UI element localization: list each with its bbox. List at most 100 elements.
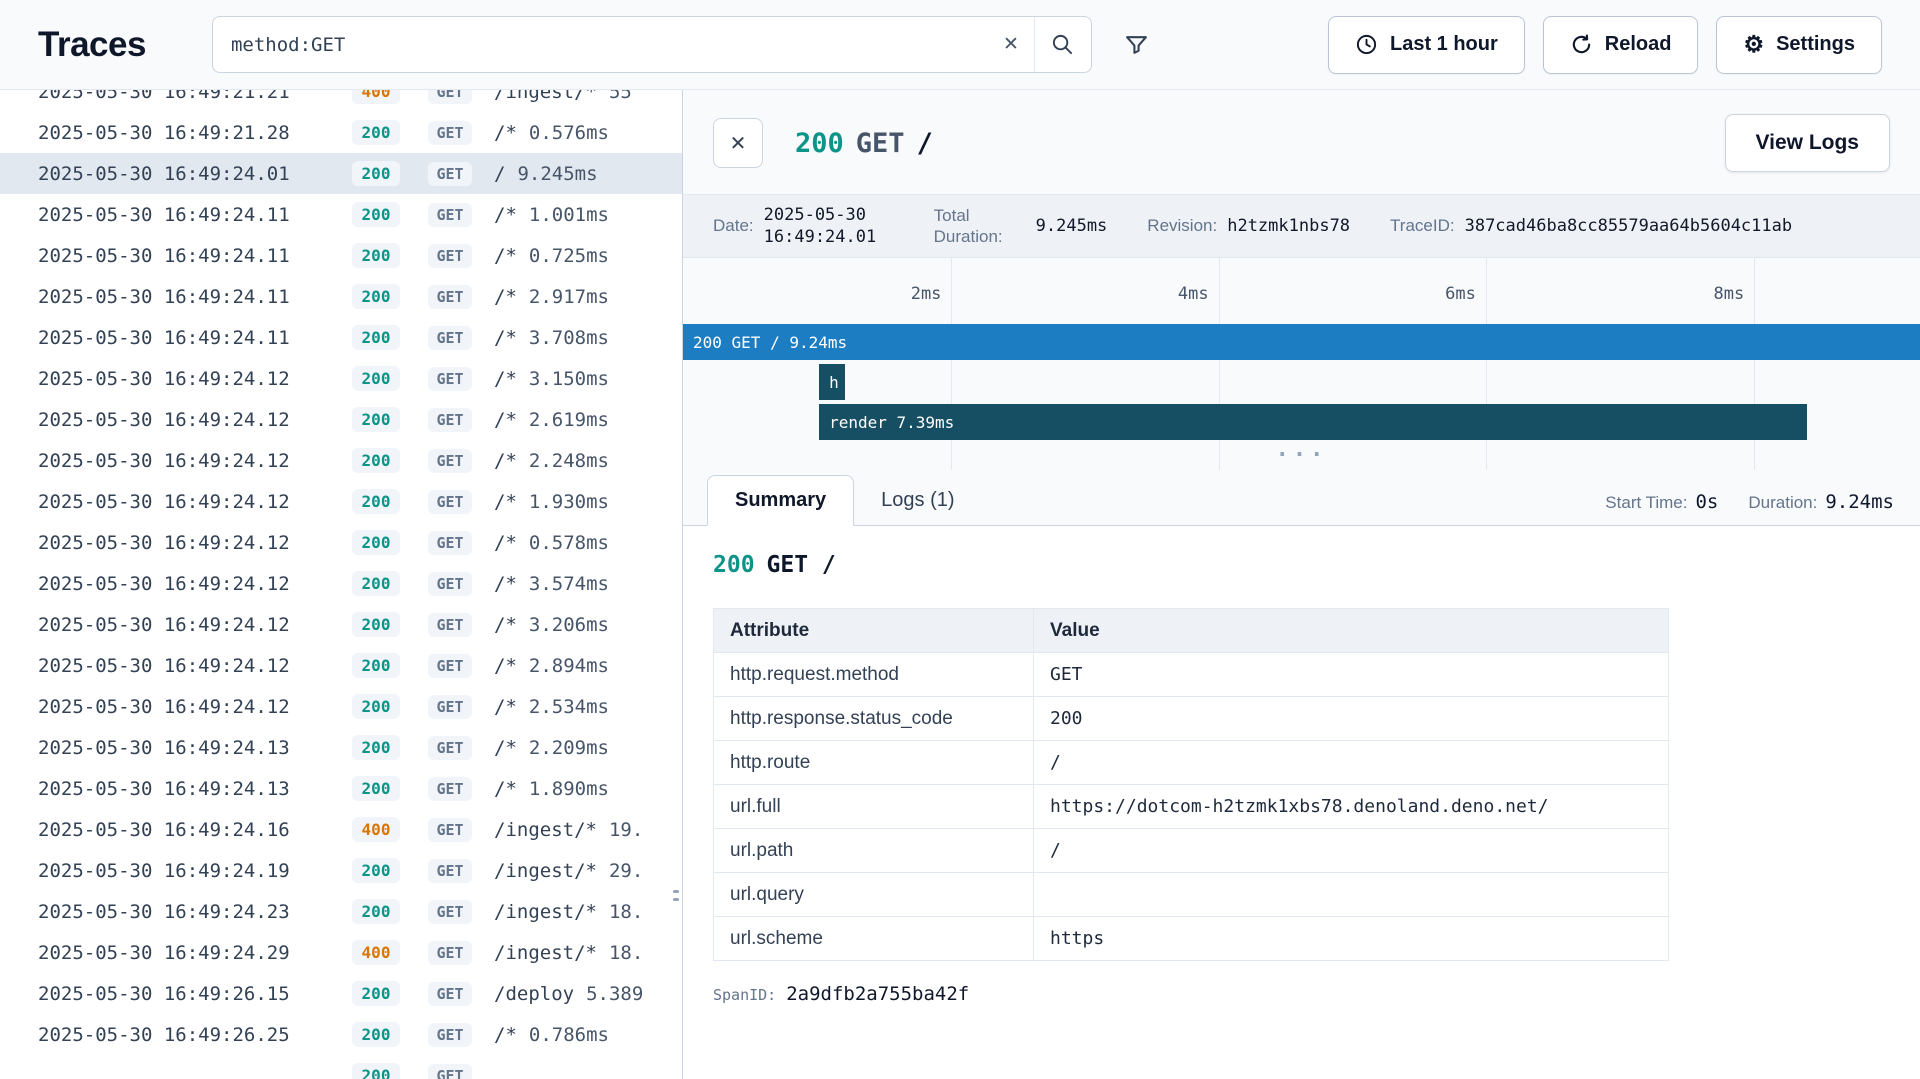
meta-item: TraceID: 387cad46ba8cc85579aa64b5604c11a… (1390, 215, 1792, 237)
panel-resize-handle[interactable] (673, 890, 679, 910)
attribute-value: GET (1034, 653, 1669, 697)
time-range-label: Last 1 hour (1390, 33, 1498, 56)
trace-row[interactable]: 2025-05-30 16:49:24.11 200 GET /* 3.708m… (0, 317, 682, 358)
status-badge: 200 (352, 407, 400, 432)
timeline-tick-label: 2ms (911, 284, 952, 304)
trace-duration: 18. (609, 901, 643, 923)
trace-row[interactable]: 2025-05-30 16:49:24.11 200 GET /* 1.001m… (0, 194, 682, 235)
trace-row[interactable]: 2025-05-30 16:49:24.12 200 GET /* 1.930m… (0, 481, 682, 522)
method-badge: GET (428, 613, 472, 637)
main-content: 2025-05-30 16:49:21.21 400 GET /ingest/*… (0, 90, 1920, 1079)
clear-search-button[interactable]: ✕ (988, 17, 1034, 72)
timeline-tick-label: 8ms (1714, 284, 1755, 304)
trace-row[interactable]: 2025-05-30 16:49:24.12 200 GET /* 2.534m… (0, 686, 682, 727)
trace-timestamp: 2025-05-30 16:49:24.16 (38, 819, 338, 841)
method-badge: GET (428, 90, 472, 104)
span-waterfall: ··· 2ms 4ms 6ms 8ms 200 GET / 9.24ms h r… (683, 258, 1920, 470)
trace-row[interactable]: 2025-05-30 16:49:24.12 200 GET /* 2.894m… (0, 645, 682, 686)
settings-button[interactable]: ⚙ Settings (1716, 16, 1882, 74)
trace-path: /ingest/* (494, 942, 597, 964)
status-badge: 200 (352, 899, 400, 924)
attribute-value: https://dotcom-h2tzmk1xbs78.denoland.den… (1034, 785, 1669, 829)
attribute-row: url.scheme https (714, 917, 1669, 961)
trace-path: /* (494, 450, 517, 472)
detail-status: 200 (795, 128, 844, 159)
detail-header: ✕ 200GET/ View Logs (683, 90, 1920, 194)
method-badge: GET (428, 572, 472, 596)
trace-row[interactable]: 2025-05-30 16:49:24.01 200 GET / 9.245ms (0, 153, 682, 194)
trace-row[interactable]: 2025-05-30 16:49:24.16 400 GET /ingest/*… (0, 809, 682, 850)
method-badge: GET (428, 285, 472, 309)
tab-summary[interactable]: Summary (707, 475, 854, 526)
trace-path: /* (494, 655, 517, 677)
trace-timestamp: 2025-05-30 16:49:21.21 (38, 90, 338, 103)
trace-timestamp: 2025-05-30 16:49:21.28 (38, 122, 338, 144)
settings-label: Settings (1776, 33, 1855, 56)
tab-logs-1-[interactable]: Logs (1) (854, 476, 981, 525)
trace-row[interactable]: 2025-05-30 16:49:24.12 200 GET /* 2.248m… (0, 440, 682, 481)
trace-row[interactable]: 2025-05-30 16:49:24.12 200 GET /* 3.574m… (0, 563, 682, 604)
method-badge: GET (428, 1064, 472, 1079)
close-detail-button[interactable]: ✕ (713, 118, 763, 168)
method-badge: GET (428, 654, 472, 678)
meta-item: Date: 2025-05-30 16:49:24.01 (713, 204, 894, 248)
trace-row[interactable]: 2025-05-30 16:49:24.12 200 GET /* 2.619m… (0, 399, 682, 440)
trace-duration: 0.725ms (529, 245, 609, 267)
trace-row[interactable]: 200 GET (0, 1055, 682, 1079)
timeline-span-bar[interactable]: render 7.39ms (819, 404, 1807, 440)
value-column-header: Value (1034, 609, 1669, 653)
method-badge: GET (428, 941, 472, 965)
trace-row[interactable]: 2025-05-30 16:49:26.15 200 GET /deploy 5… (0, 973, 682, 1014)
trace-duration: 2.209ms (529, 737, 609, 759)
trace-row[interactable]: 2025-05-30 16:49:24.12 200 GET /* 3.150m… (0, 358, 682, 399)
reload-button[interactable]: Reload (1543, 16, 1699, 74)
trace-duration: 18. (609, 942, 643, 964)
trace-timestamp: 2025-05-30 16:49:24.12 (38, 409, 338, 431)
tab-info-label: Duration: (1748, 493, 1817, 513)
trace-timestamp: 2025-05-30 16:49:24.13 (38, 737, 338, 759)
topbar: Traces ✕ (0, 0, 1920, 90)
summary-title: 200GET / (713, 552, 1890, 578)
search-area: ✕ (212, 16, 1164, 73)
trace-path: /* (494, 696, 517, 718)
trace-row[interactable]: 2025-05-30 16:49:24.23 200 GET /ingest/*… (0, 891, 682, 932)
attribute-value: / (1034, 741, 1669, 785)
trace-row[interactable]: 2025-05-30 16:49:21.21 400 GET /ingest/*… (0, 90, 682, 112)
method-badge: GET (428, 367, 472, 391)
filter-button[interactable] (1110, 18, 1164, 72)
trace-row[interactable]: 2025-05-30 16:49:26.25 200 GET /* 0.786m… (0, 1014, 682, 1055)
trace-row[interactable]: 2025-05-30 16:49:24.29 400 GET /ingest/*… (0, 932, 682, 973)
trace-timestamp: 2025-05-30 16:49:24.11 (38, 245, 338, 267)
trace-path: /* (494, 778, 517, 800)
view-logs-button[interactable]: View Logs (1725, 114, 1890, 172)
time-range-button[interactable]: Last 1 hour (1328, 16, 1525, 74)
status-badge: 200 (352, 981, 400, 1006)
trace-path: /* (494, 286, 517, 308)
trace-row[interactable]: 2025-05-30 16:49:24.19 200 GET /ingest/*… (0, 850, 682, 891)
trace-duration: 3.150ms (529, 368, 609, 390)
waterfall-resize-handle[interactable]: ··· (1276, 443, 1328, 468)
trace-row[interactable]: 2025-05-30 16:49:24.11 200 GET /* 2.917m… (0, 276, 682, 317)
status-badge: 200 (352, 653, 400, 678)
timeline-tick-label: 4ms (1178, 284, 1219, 304)
timeline-span-bar[interactable]: h (819, 364, 845, 400)
trace-row[interactable]: 2025-05-30 16:49:24.11 200 GET /* 0.725m… (0, 235, 682, 276)
trace-duration: 2.619ms (529, 409, 609, 431)
method-badge: GET (428, 449, 472, 473)
meta-value: 387cad46ba8cc85579aa64b5604c11ab (1465, 215, 1793, 237)
search-icon (1051, 33, 1074, 56)
status-badge: 200 (352, 325, 400, 350)
status-badge: 200 (352, 694, 400, 719)
trace-row[interactable]: 2025-05-30 16:49:24.12 200 GET /* 3.206m… (0, 604, 682, 645)
trace-row[interactable]: 2025-05-30 16:49:21.28 200 GET /* 0.576m… (0, 112, 682, 153)
trace-duration: 1.001ms (529, 204, 609, 226)
search-input[interactable] (213, 34, 988, 56)
timeline-span-bar[interactable]: 200 GET / 9.24ms (683, 324, 1920, 360)
trace-timestamp: 2025-05-30 16:49:24.12 (38, 573, 338, 595)
trace-row[interactable]: 2025-05-30 16:49:24.12 200 GET /* 0.578m… (0, 522, 682, 563)
search-button[interactable] (1035, 17, 1091, 72)
trace-row[interactable]: 2025-05-30 16:49:24.13 200 GET /* 1.890m… (0, 768, 682, 809)
method-badge: GET (428, 244, 472, 268)
method-badge: GET (428, 162, 472, 186)
trace-row[interactable]: 2025-05-30 16:49:24.13 200 GET /* 2.209m… (0, 727, 682, 768)
